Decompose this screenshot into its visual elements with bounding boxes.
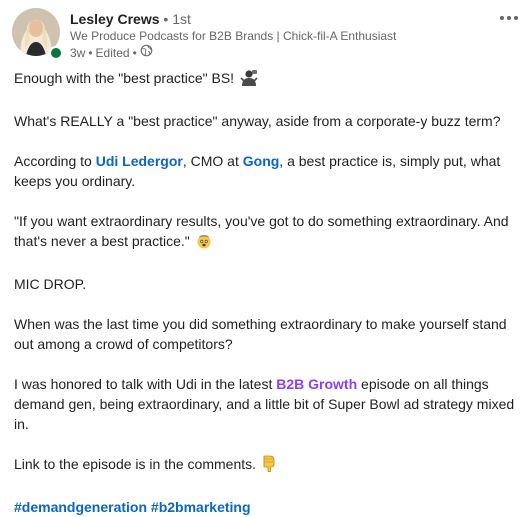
hashtag-b2bmarketing[interactable]: #b2bmarketing (151, 499, 251, 515)
backhand-index-pointing-down-emoji (262, 454, 276, 477)
online-status-indicator (49, 46, 63, 60)
paragraph-3-mid: , CMO at (182, 153, 243, 169)
post-paragraph-3: According to Udi Ledergor, CMO at Gong, … (14, 151, 519, 191)
post-meta: 3w • Edited • (70, 44, 470, 61)
author-name[interactable]: Lesley Crews (70, 11, 160, 27)
person-shrugging-emoji (240, 69, 258, 91)
edited-label: Edited (95, 45, 130, 60)
post-paragraph-1: Enough with the "best practice" BS! (14, 68, 519, 91)
author-tagline: We Produce Podcasts for B2B Brands | Chi… (70, 29, 397, 43)
hashtag-demandgeneration[interactable]: #demandgeneration (14, 499, 147, 515)
more-options-button[interactable] (496, 6, 522, 30)
post-paragraph-6: When was the last time you did something… (14, 316, 507, 352)
post-paragraph-8: Link to the episode is in the comments. (14, 454, 519, 477)
post-paragraph-7: I was honored to talk with Udi in the la… (14, 374, 519, 434)
author-avatar[interactable] (12, 8, 63, 60)
paragraph-1-text: Enough with the "best practice" BS! (14, 70, 235, 86)
feed-post: Lesley Crews • 1st We Produce Podcasts f… (0, 0, 527, 515)
degree-separator: • (163, 11, 169, 27)
post-hashtags: #demandgeneration #b2bmarketing (14, 497, 519, 517)
more-horizontal-icon (500, 16, 518, 20)
paragraph-7-before: I was honored to talk with Udi in the la… (14, 376, 277, 392)
connection-degree: • 1st (163, 11, 190, 27)
post-time[interactable]: 3w (70, 45, 85, 61)
mention-gong[interactable]: Gong (243, 153, 280, 169)
post-paragraph-4: "If you want extraordinary results, you'… (14, 211, 519, 254)
post-paragraph-5: MIC DROP. (14, 276, 87, 292)
globe-icon (140, 44, 153, 61)
meta-separator: • (88, 45, 93, 60)
paragraph-3-before: According to (14, 153, 96, 169)
paragraph-8-text: Link to the episode is in the comments. (14, 456, 257, 472)
mention-udi-ledergor[interactable]: Udi Ledergor (96, 153, 183, 169)
degree-label: 1st (172, 11, 191, 27)
mention-b2b-growth[interactable]: B2B Growth (276, 376, 357, 392)
post-paragraph-2: What's REALLY a "best practice" anyway, … (14, 113, 501, 129)
paragraph-4-quote: "If you want extraordinary results, you'… (14, 213, 509, 249)
author-name-row: Lesley Crews • 1st (70, 10, 470, 28)
post-body: Enough with the "best practice" BS! What… (14, 68, 519, 517)
exploding-head-emoji (196, 233, 212, 254)
post-header: Lesley Crews • 1st We Produce Podcasts f… (70, 10, 470, 61)
meta-separator-2: • (132, 45, 137, 60)
